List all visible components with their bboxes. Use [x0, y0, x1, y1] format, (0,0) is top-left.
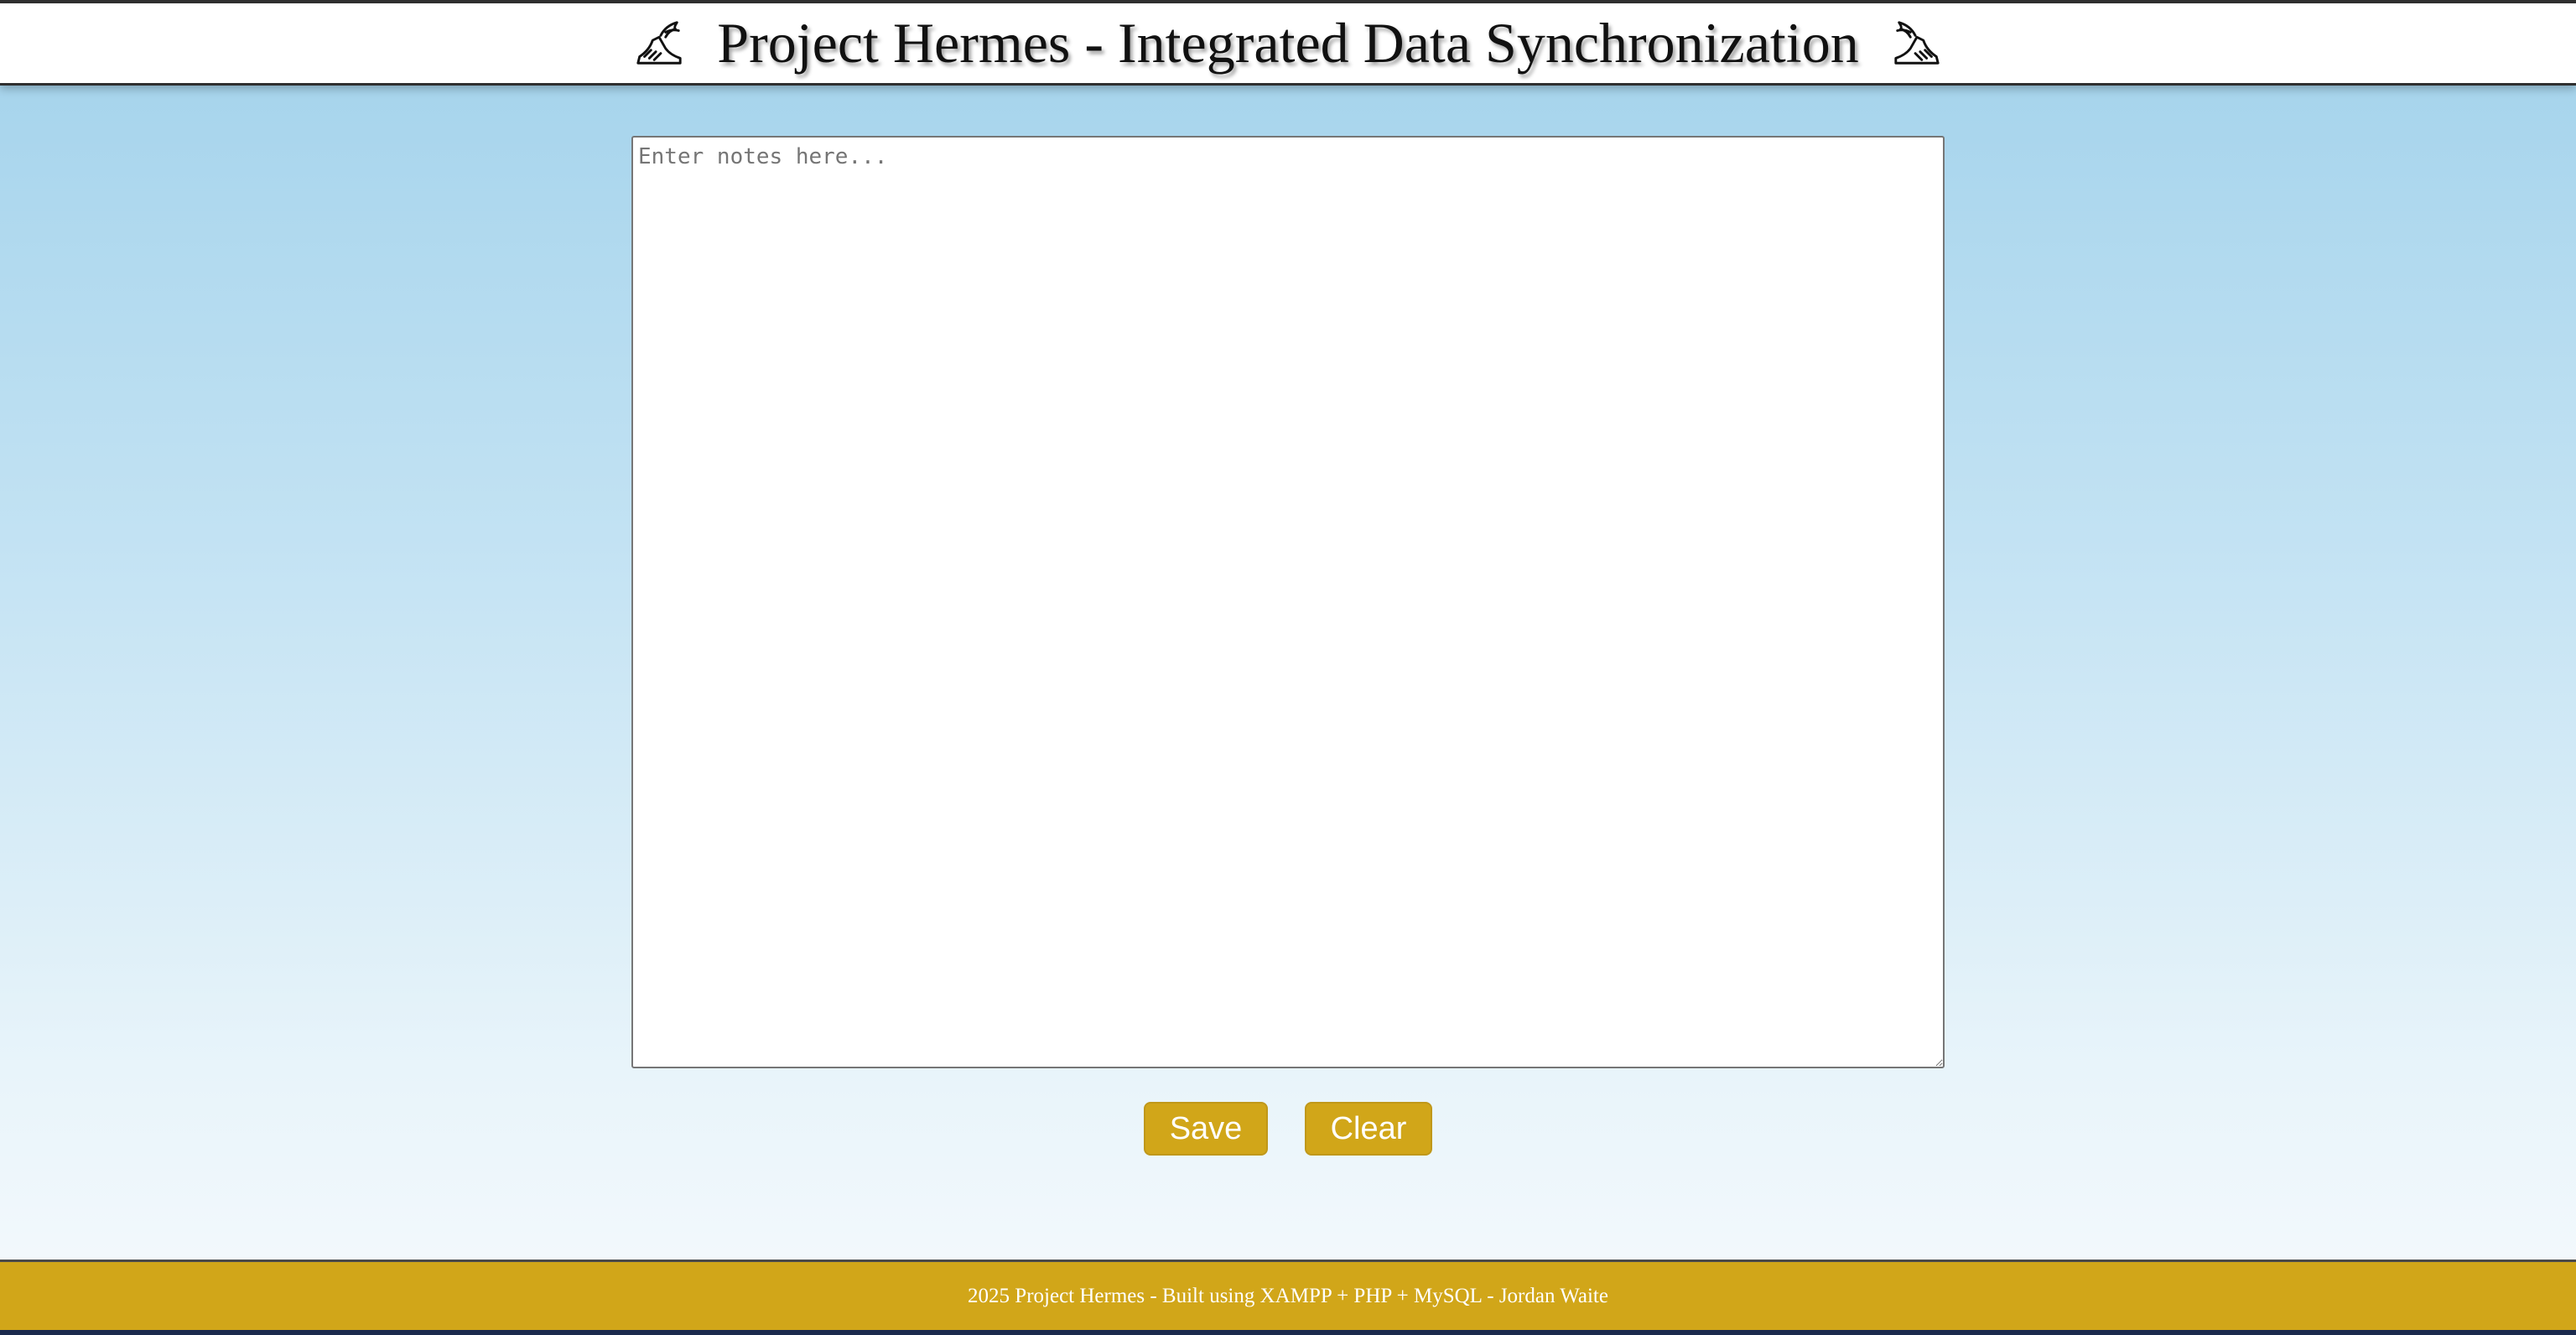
notes-textarea[interactable] — [631, 136, 1945, 1068]
page-header: Project Hermes - Integrated Data Synchro… — [0, 0, 2576, 86]
winged-sandal-icon — [636, 20, 682, 65]
header-content: Project Hermes - Integrated Data Synchro… — [633, 10, 1942, 76]
winged-sandal-icon — [1894, 20, 1940, 65]
page-title: Project Hermes - Integrated Data Synchro… — [717, 11, 1859, 75]
clear-button[interactable]: Clear — [1305, 1102, 1432, 1156]
footer-text: 2025 Project Hermes - Built using XAMPP … — [968, 1284, 1608, 1307]
action-buttons: Save Clear — [0, 1102, 2576, 1156]
page-footer: 2025 Project Hermes - Built using XAMPP … — [0, 1260, 2576, 1335]
save-button[interactable]: Save — [1144, 1102, 1268, 1156]
